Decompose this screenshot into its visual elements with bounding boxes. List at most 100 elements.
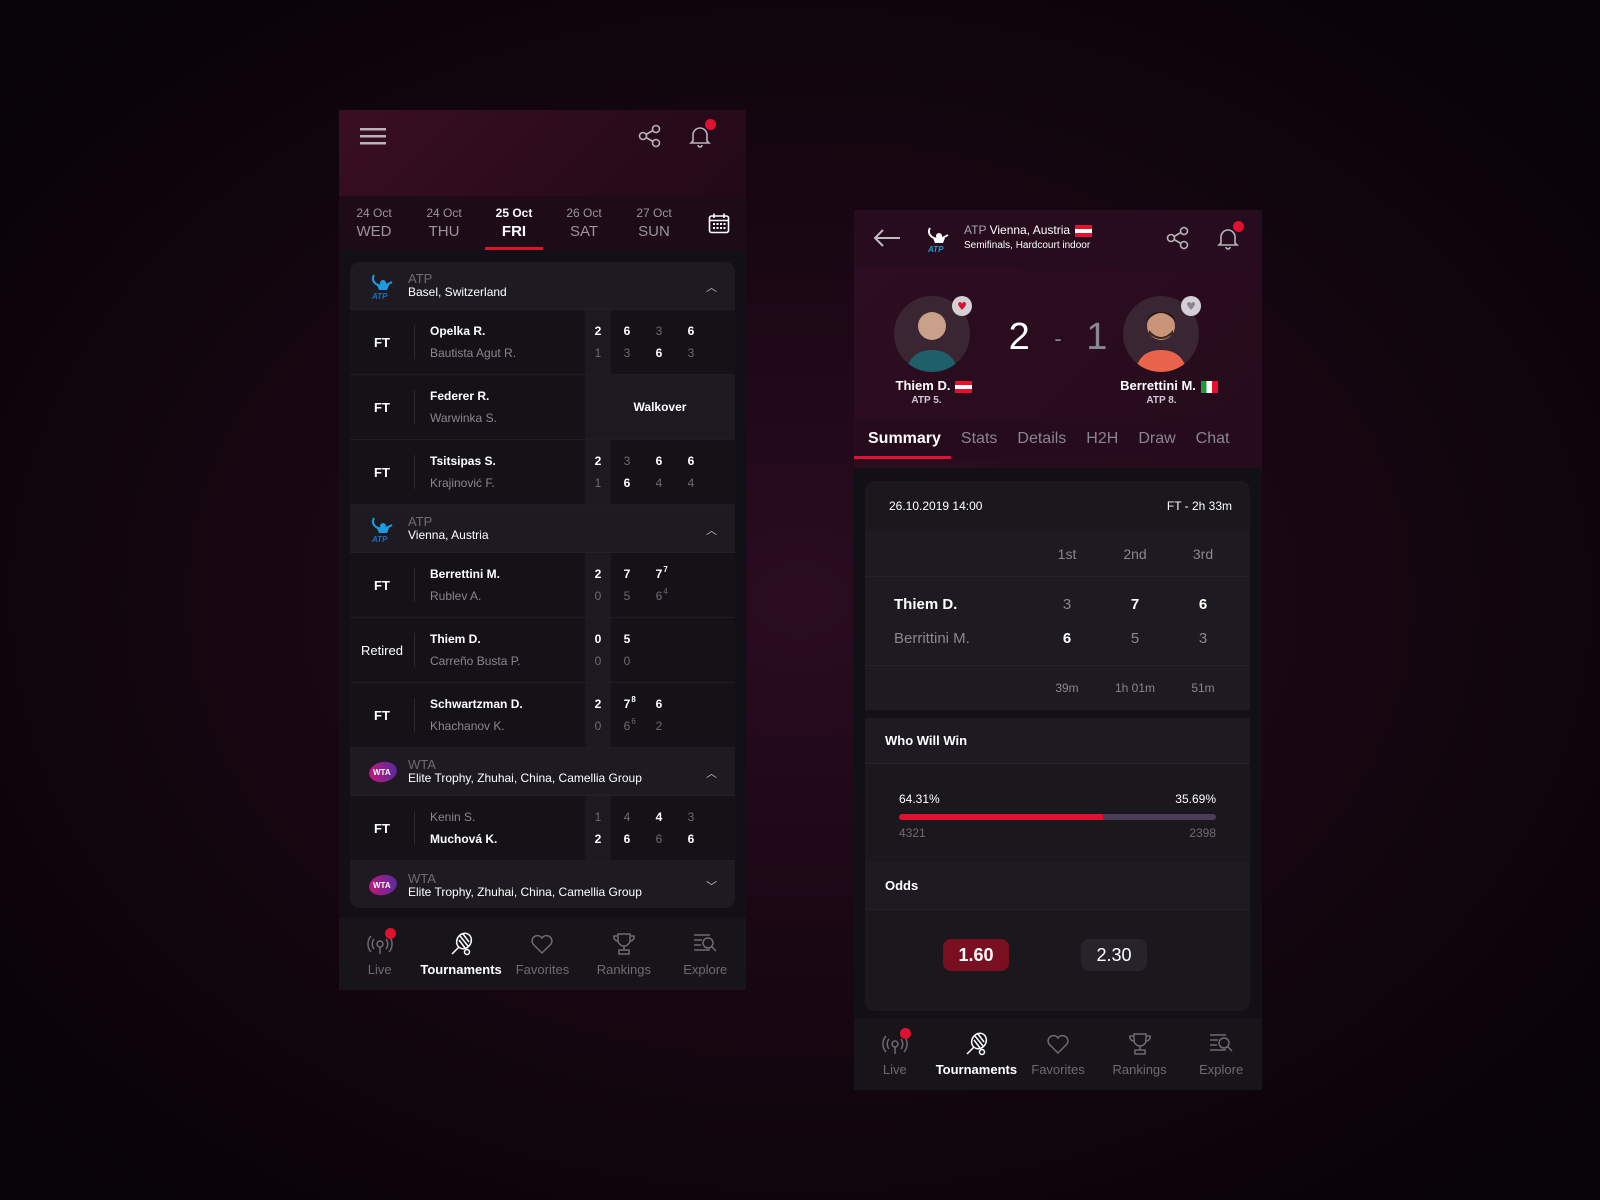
tab-h2h[interactable]: H2H: [1076, 419, 1128, 459]
tour-label: ATP: [408, 514, 433, 529]
sets-won: 1: [594, 476, 602, 490]
tournament-header[interactable]: ATP ATP Basel, Switzerland ︿: [350, 262, 735, 310]
menu-button[interactable]: [359, 124, 387, 148]
date-weekday: FRI: [501, 223, 527, 240]
notifications-button[interactable]: [1214, 221, 1244, 252]
favorite-toggle[interactable]: ♥: [1181, 296, 1201, 316]
heart-icon: [1047, 1034, 1069, 1054]
player-name: Berrittini M.: [894, 629, 970, 647]
odds-panel: 1.60 2.30: [865, 910, 1250, 1000]
date-tab[interactable]: 26 Oct SAT: [549, 196, 619, 250]
tournament-header[interactable]: ATP ATP Vienna, Austria ︿: [350, 505, 735, 553]
player-2-rank: ATP 8.: [1146, 395, 1177, 406]
bottom-nav: Live Tournaments Favorites Rankings Expl…: [854, 1018, 1262, 1090]
tournament-header[interactable]: WTA WTA Elite Trophy, Zhuhai, China, Came…: [350, 861, 735, 908]
odds-player-1-button[interactable]: 1.60: [943, 939, 1009, 971]
tiebreak-score: 8: [631, 695, 636, 704]
favorite-toggle[interactable]: ♥: [952, 296, 972, 316]
tab-chat[interactable]: Chat: [1186, 419, 1240, 459]
match-row[interactable]: FT Schwartzman D. Khachanov K. 20 786 662: [350, 683, 735, 748]
nav-tournaments[interactable]: Tournaments: [420, 932, 502, 977]
game-score: 3: [687, 810, 695, 824]
nav-tournaments[interactable]: Tournaments: [936, 1032, 1017, 1077]
app-header: [339, 110, 746, 196]
svg-text:ATP: ATP: [371, 535, 388, 544]
tournament-header[interactable]: WTA WTA Elite Trophy, Zhuhai, China, Came…: [350, 748, 735, 796]
sets-won: 2: [594, 454, 602, 468]
game-score: 6: [623, 476, 631, 490]
back-button[interactable]: [872, 226, 902, 250]
match-row[interactable]: FT Federer R. Warwinka S. Walkover: [350, 375, 735, 440]
tab-details[interactable]: Details: [1007, 419, 1076, 459]
game-score: 0: [623, 654, 631, 668]
set-score: 7: [1130, 595, 1140, 613]
player-2-name: Berrettini M.: [1094, 378, 1244, 393]
share-button[interactable]: [1164, 224, 1192, 252]
match-row[interactable]: FT Berrettini M. Rublev A. 20 777 564: [350, 553, 735, 618]
match-row[interactable]: FT Opelka R. Bautista Agut R. 2 1 6 3 6 3 6 3: [350, 310, 735, 375]
match-datetime: 26.10.2019 14:00: [889, 499, 983, 513]
nav-label: Explore: [683, 961, 728, 977]
date-tab[interactable]: 24 Oct WED: [339, 196, 409, 250]
match-status: FT: [374, 464, 390, 480]
tournament-name: Vienna, Austria: [408, 528, 489, 542]
nav-rankings[interactable]: Rankings: [1101, 1032, 1179, 1077]
player-1-win-pct: 64.31%: [899, 792, 940, 806]
sets-won: 2: [594, 832, 602, 846]
nav-favorites[interactable]: Favorites: [503, 932, 581, 977]
back-arrow-icon: [873, 229, 900, 247]
tournament-list: ATP ATP Basel, Switzerland ︿ FT Opelka R.…: [350, 262, 735, 908]
nav-label: Favorites: [515, 961, 570, 977]
date-tab[interactable]: 27 Oct SUN: [619, 196, 689, 250]
nav-live[interactable]: Live: [856, 1027, 934, 1077]
game-score: 6: [623, 324, 631, 338]
match-row[interactable]: FT Kenin S. Muchová K. 1 2 4 4 3 6 6 6: [350, 796, 735, 861]
explore-search-icon: [694, 933, 717, 952]
match-info-row: 26.10.2019 14:00 FT - 2h 33m: [865, 481, 1250, 531]
chevron-up-icon[interactable]: ︿: [706, 765, 717, 781]
heart-icon: [531, 934, 554, 954]
player-2-votes: 2398: [1189, 826, 1216, 840]
game-score-value: 7: [623, 697, 631, 711]
date-tab[interactable]: 24 Oct THU: [409, 196, 479, 250]
notifications-button[interactable]: [686, 119, 716, 150]
tab-stats[interactable]: Stats: [951, 419, 1007, 459]
win-probability-bar: [899, 814, 1216, 820]
svg-text:WTA: WTA: [373, 881, 391, 890]
nav-explore[interactable]: Explore: [666, 932, 744, 977]
date-weekday: WED: [356, 223, 392, 240]
tab-draw[interactable]: Draw: [1128, 419, 1185, 459]
player-2-name: Khachanov K.: [430, 719, 505, 733]
bottom-nav: Live Tournaments Favorites Rankings Expl…: [339, 918, 746, 990]
game-score: 3: [687, 346, 695, 360]
nav-favorites[interactable]: Favorites: [1019, 1032, 1097, 1077]
chevron-up-icon[interactable]: ︿: [706, 522, 717, 538]
odds-player-2-button[interactable]: 2.30: [1081, 939, 1147, 971]
match-row[interactable]: Retired Thiem D. Carreño Busta P. 0 0 5 0: [350, 618, 735, 683]
nav-rankings[interactable]: Rankings: [585, 932, 663, 977]
nav-label: Rankings: [596, 961, 651, 977]
match-row[interactable]: FT Tsitsipas S. Krajinović F. 2 1 3 6 6 6 4 4: [350, 440, 735, 505]
sets-won: 0: [594, 589, 602, 603]
chevron-down-icon[interactable]: ﹀: [706, 878, 717, 894]
sets-won: 1: [594, 810, 602, 824]
game-score: 78: [611, 695, 643, 711]
summary-card: 26.10.2019 14:00 FT - 2h 33m 1st 2nd 3rd…: [865, 481, 1250, 1011]
share-button[interactable]: [636, 122, 664, 150]
player-1-name: Thiem D.: [430, 632, 481, 646]
nav-live[interactable]: Live: [341, 927, 419, 977]
game-score: 6: [655, 346, 663, 360]
player-2-name: Bautista Agut R.: [430, 346, 517, 360]
wta-logo-icon: WTA: [369, 761, 397, 782]
chevron-up-icon[interactable]: ︿: [706, 279, 717, 295]
tab-summary[interactable]: Summary: [854, 419, 951, 459]
share-icon: [638, 124, 661, 148]
nav-explore[interactable]: Explore: [1182, 1032, 1260, 1077]
player-1-name: Schwartzman D.: [430, 697, 523, 711]
game-score: 4: [655, 476, 663, 490]
date-tabs: 24 Oct WED 24 Oct THU 25 Oct FRI 26 Oct SAT …: [339, 196, 746, 250]
svg-text:WTA: WTA: [373, 768, 391, 777]
round-label: Semifinals,: [964, 240, 1013, 251]
calendar-button[interactable]: [706, 210, 732, 236]
date-tab-active[interactable]: 25 Oct FRI: [479, 196, 549, 250]
